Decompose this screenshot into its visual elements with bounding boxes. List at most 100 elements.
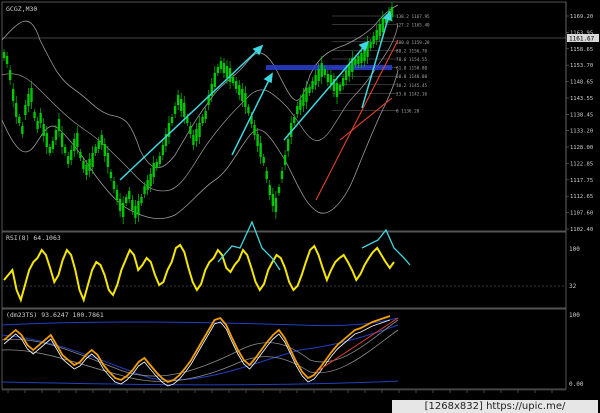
candle-body [305, 88, 308, 102]
candle-body [280, 171, 284, 179]
fib-label: 0 1136.28 [396, 109, 420, 115]
rsi-level-mid: 32 [569, 283, 577, 290]
candle-body [201, 117, 204, 123]
candle-body [238, 85, 241, 95]
watermark: [1268x832] https://upic.me/ [392, 400, 598, 413]
candle-body [73, 139, 76, 151]
fib-label: 88.2 1156.70 [396, 48, 427, 54]
candle-body [15, 103, 18, 117]
candle-body [231, 77, 235, 83]
candle-body [341, 78, 345, 86]
candle-body [51, 141, 55, 149]
candle-body [179, 99, 183, 111]
candle-body [85, 165, 88, 175]
price-label: 1107.60 [570, 211, 593, 217]
price-label: 1117.75 [570, 178, 593, 184]
price-label: 1112.65 [570, 194, 593, 200]
candle-body [183, 103, 186, 117]
candle-body [277, 187, 281, 193]
candle-body [344, 70, 348, 80]
candle-body [97, 141, 100, 149]
candle-body [125, 197, 128, 203]
candle-body [112, 181, 116, 189]
candle-body [213, 73, 217, 87]
candle-body [274, 198, 278, 212]
candle-body [219, 61, 223, 69]
candle-body [158, 156, 162, 164]
candle-body [134, 206, 137, 218]
candle-body [216, 67, 220, 73]
stoch-title: (dm23TS) 93.6247 100.7861 [6, 311, 104, 319]
candle-body [60, 133, 64, 147]
candle-body [27, 94, 30, 106]
candle-body [54, 130, 58, 140]
fib-label: 23.6 1142.16 [396, 91, 427, 97]
candle-body [152, 163, 155, 177]
candle-body [66, 156, 70, 164]
stoch-level-top: 100 [569, 312, 580, 319]
candle-body [118, 199, 122, 211]
candle-body [161, 145, 165, 155]
fib-label: 138.2 1167.95 [396, 14, 430, 20]
candle-body [308, 87, 311, 93]
candle-body [8, 70, 12, 80]
stoch-level-bottom: 0.00 [569, 381, 584, 388]
candle-body [21, 126, 24, 134]
candle-body [131, 200, 134, 210]
fib-label: 127.2 1165.40 [396, 23, 430, 29]
rsi-level-top: 100 [569, 246, 580, 253]
candle-body [155, 162, 158, 168]
candle-body [39, 113, 42, 123]
candle-body [259, 143, 262, 157]
candle-body [283, 155, 287, 165]
candle-body [42, 124, 45, 136]
candle-body [195, 129, 198, 141]
candle-body [381, 18, 385, 32]
candle-body [121, 203, 125, 217]
candle-body [91, 153, 94, 167]
current-price-label: 1161.67 [569, 36, 595, 43]
candle-body [18, 117, 21, 123]
candle-body [100, 135, 103, 145]
fib-label: 38.2 1145.45 [396, 83, 427, 89]
candle-body [360, 53, 363, 63]
candle-body [198, 123, 201, 137]
candle-body [173, 106, 177, 114]
candle-body [128, 191, 131, 199]
candle-body [45, 133, 48, 147]
fib-label: 61.8 1150.80 [396, 66, 427, 72]
candle-body [375, 30, 378, 40]
candle-body [176, 95, 180, 105]
candle-body [189, 126, 192, 134]
chart-canvas[interactable]: GCGZ,M30 1169.201163.951158.651153.70114… [0, 0, 600, 413]
candle-body [314, 75, 317, 85]
candle-body [234, 81, 238, 89]
candle-body [94, 147, 97, 153]
candle-body [286, 139, 290, 151]
candle-body [192, 135, 195, 145]
candle-body [296, 106, 299, 114]
price-label: 1169.20 [570, 14, 593, 20]
candle-body [262, 157, 265, 163]
candle-body [241, 89, 244, 101]
price-label: 1143.55 [570, 96, 593, 102]
price-label: 1102.40 [570, 227, 593, 233]
candle-body [357, 56, 360, 64]
candle-body [335, 83, 339, 97]
candle-body [106, 153, 110, 167]
candle-body [299, 100, 302, 110]
candle-body [146, 180, 149, 190]
candle-body [170, 117, 174, 123]
candle-body [63, 147, 67, 153]
price-label: 1128.00 [570, 145, 593, 151]
price-label: 1122.85 [570, 161, 593, 167]
candle-body [320, 63, 323, 77]
candle-body [2, 52, 6, 58]
fib-label: 78.6 1154.55 [396, 57, 427, 63]
candle-body [11, 89, 15, 101]
price-label: 1138.45 [570, 112, 593, 118]
candle-body [109, 172, 113, 178]
candle-body [326, 74, 330, 82]
price-label: 1153.70 [570, 63, 593, 69]
fib-label: 100.0 1159.28 [396, 40, 430, 46]
